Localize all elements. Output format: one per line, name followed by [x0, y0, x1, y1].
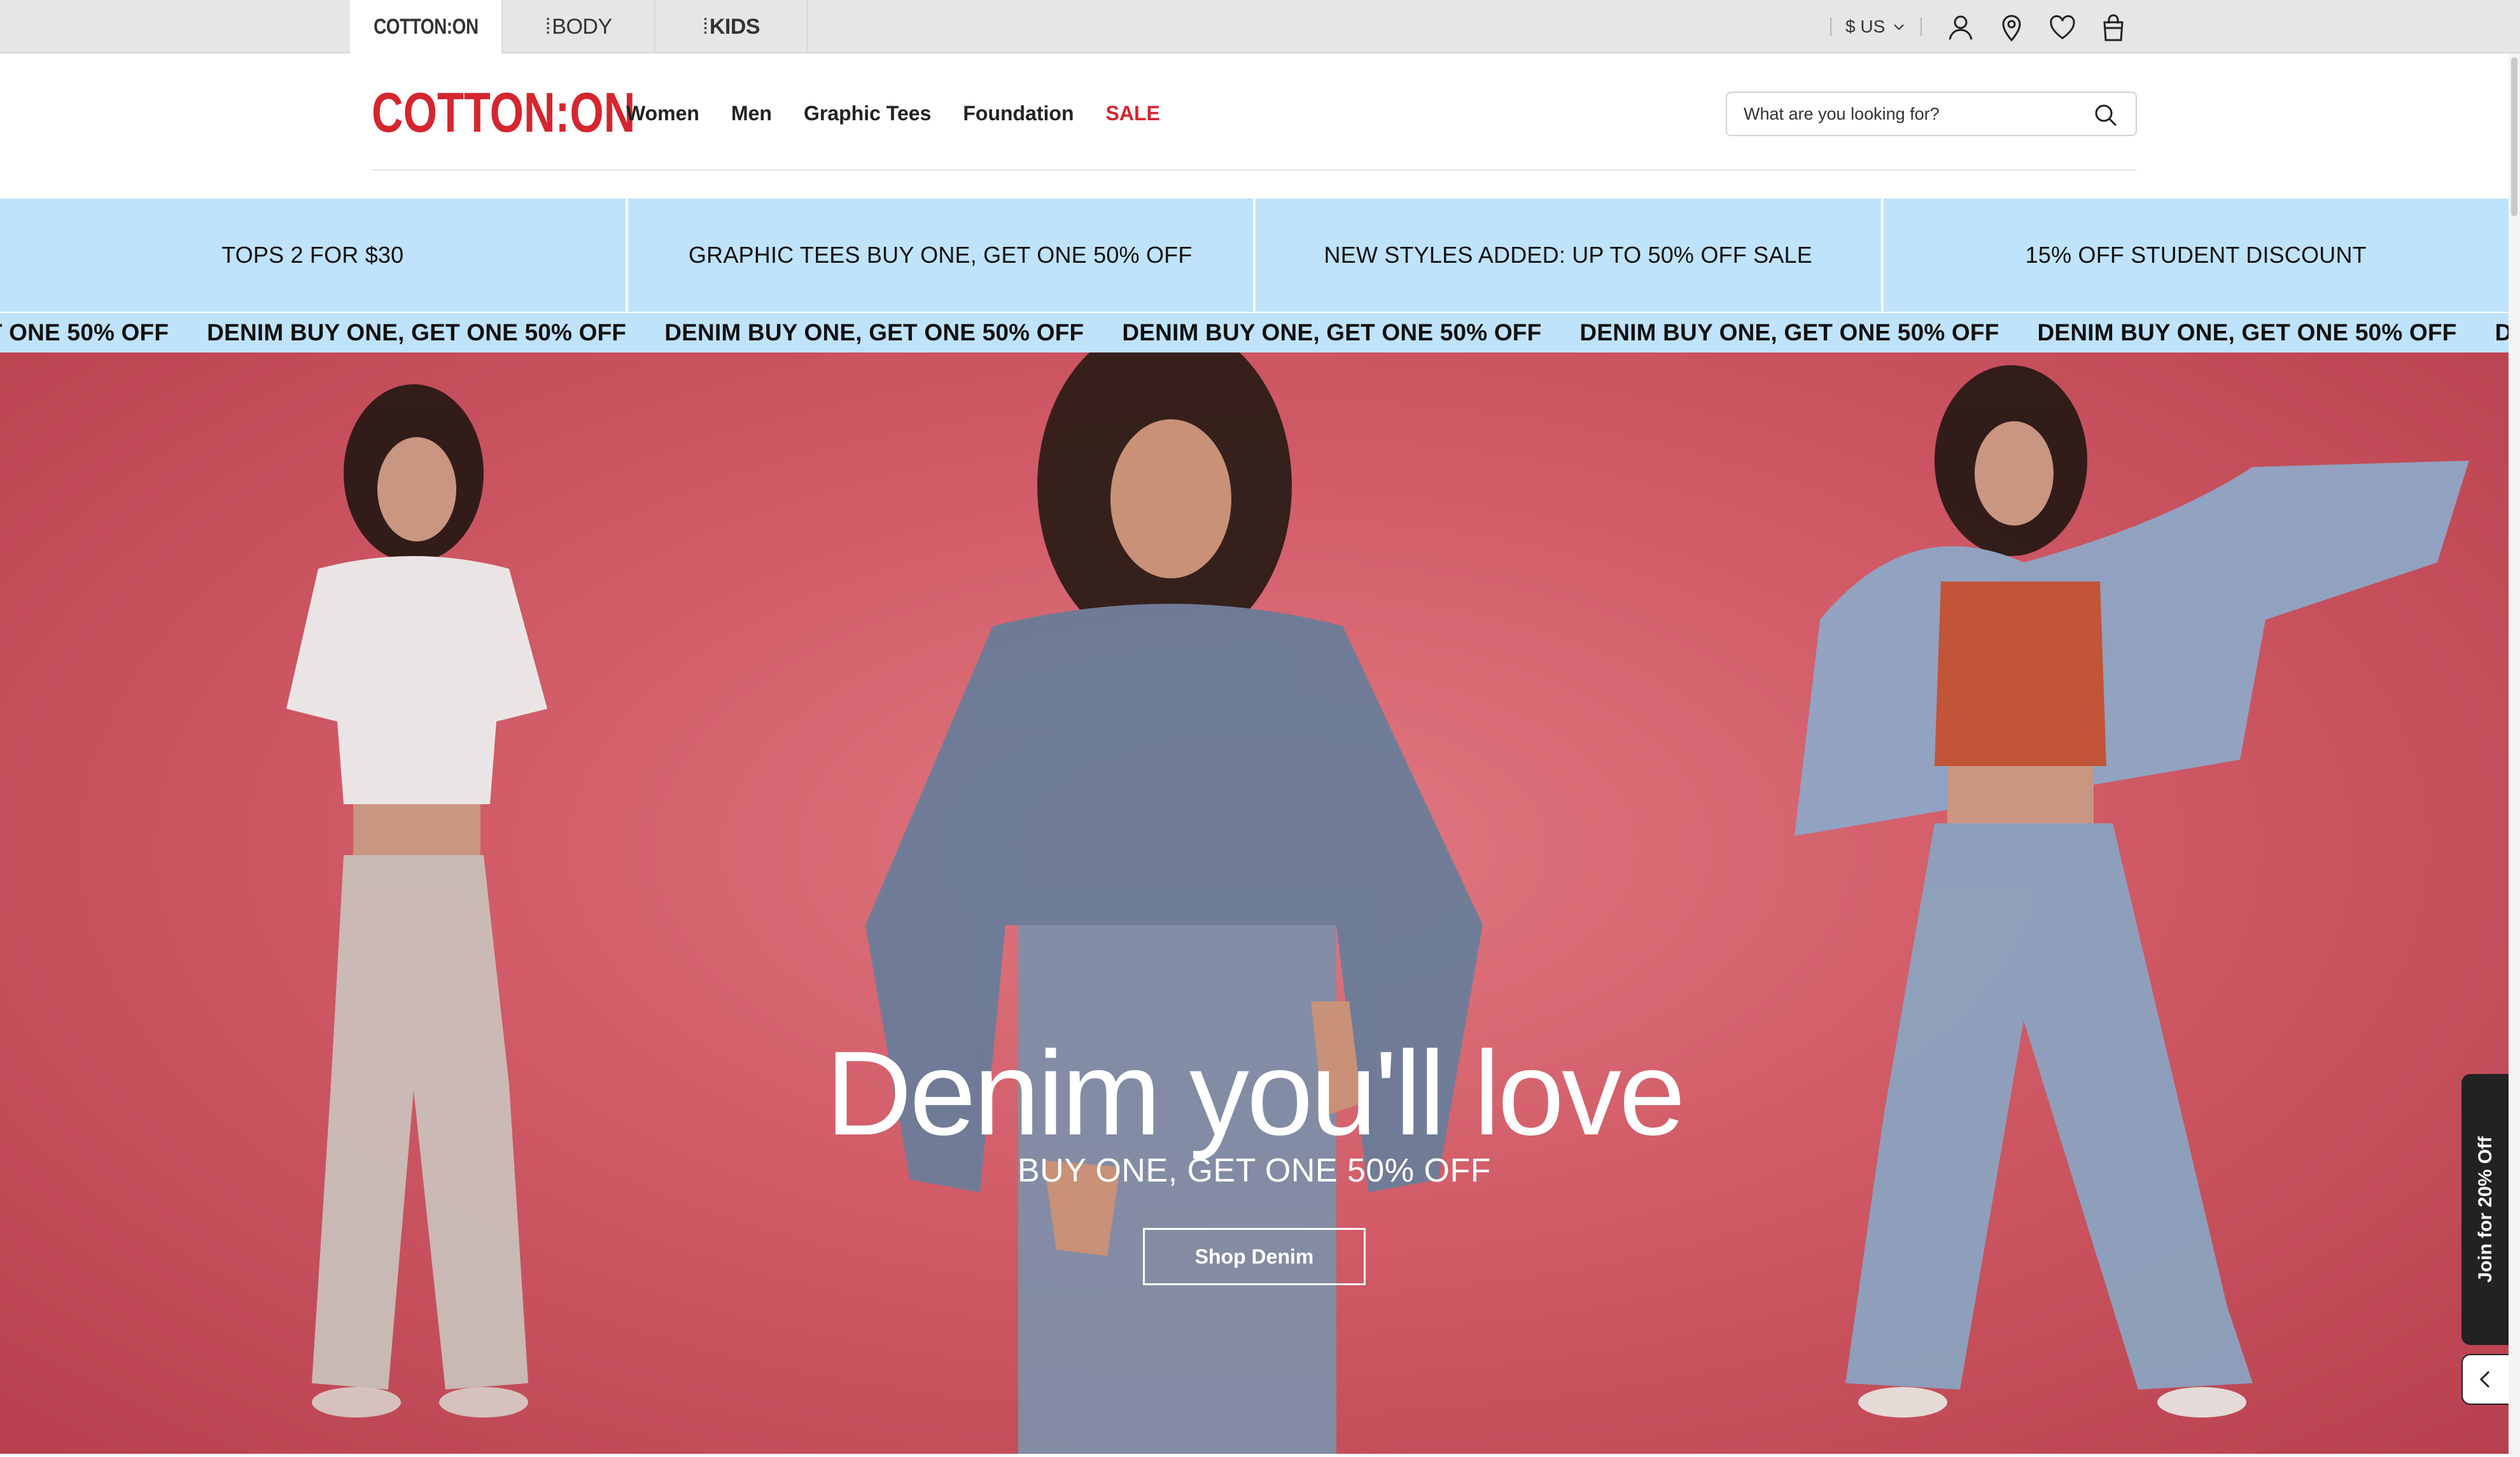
user-icon [1949, 15, 1973, 40]
collapse-tab-button[interactable] [2461, 1354, 2510, 1405]
currency-label: $ US [1845, 17, 1886, 36]
currency-area: $ US [1830, 0, 1922, 53]
promo-tile[interactable]: GRAPHIC TEES BUY ONE, GET ONE 50% OFF [627, 199, 1253, 312]
brand-switcher-bar: COTTON:ON ⁞ BODY ⁞ KIDS $ US [0, 0, 2520, 53]
ticker-item: DENIM BUY ONE, GET ONE 50% OFF [1122, 319, 1542, 345]
chevron-down-icon [1894, 24, 1904, 31]
nav-item-foundation[interactable]: Foundation [963, 102, 1074, 125]
brand-tab-label: COTTON:ON [373, 14, 479, 39]
brand-mark-icon: ⁞ [545, 14, 551, 39]
store-locator-button[interactable] [1997, 13, 2026, 42]
page-scrollbar-track[interactable] [2509, 53, 2520, 1457]
currency-selector[interactable]: $ US [1831, 17, 1921, 37]
promo-tile[interactable]: 15% OFF STUDENT DISCOUNT [1883, 199, 2509, 312]
promo-tile[interactable]: TOPS 2 FOR $30 [0, 199, 626, 312]
ticker-item: DENIM BUY ONE [2495, 319, 2509, 345]
ticker-item: DENIM BUY ONE, GET ONE 50% OFF [1579, 319, 1999, 345]
model-figure-center [865, 352, 1483, 1454]
brand-tab-label: KIDS [709, 14, 760, 39]
nav-item-graphic-tees[interactable]: Graphic Tees [804, 102, 931, 125]
heart-icon [2050, 15, 2075, 39]
shopping-bag-icon [2103, 14, 2124, 41]
join-offer-label: Join for 20% Off [2475, 1136, 2496, 1283]
promo-strip: TOPS 2 FOR $30 GRAPHIC TEES BUY ONE, GET… [0, 199, 2509, 312]
hero-subtitle: BUY ONE, GET ONE 50% OFF [1017, 1152, 1492, 1189]
ticker-item: ET ONE 50% OFF [0, 319, 169, 345]
model-figure-right [1795, 365, 2469, 1418]
brand-tab-body[interactable]: ⁞ BODY [503, 0, 655, 53]
hero-banner[interactable]: Denim you'll love BUY ONE, GET ONE 50% O… [0, 352, 2509, 1454]
search-icon[interactable] [2094, 103, 2118, 127]
divider [1921, 17, 1922, 36]
nav-item-sale[interactable]: SALE [1106, 102, 1160, 125]
search-box [1726, 92, 2137, 136]
site-header: COTTON:ON Women Men Graphic Tees Foundat… [0, 53, 2520, 199]
ticker-item: DENIM BUY ONE, GET ONE 50% OFF [2037, 319, 2457, 345]
join-offer-tab[interactable]: Join for 20% Off [2461, 1074, 2510, 1345]
header-divider [372, 169, 2137, 171]
account-button[interactable] [1946, 13, 1975, 42]
hero-title: Denim you'll love [825, 1026, 1685, 1160]
promo-ticker: ET ONE 50% OFF DENIM BUY ONE, GET ONE 50… [0, 313, 2509, 352]
main-navigation: Women Men Graphic Tees Foundation SALE [626, 101, 1160, 126]
chevron-left-icon [2479, 1370, 2490, 1388]
nav-item-women[interactable]: Women [626, 102, 699, 125]
wishlist-button[interactable] [2048, 13, 2077, 42]
site-logo[interactable]: COTTON:ON [372, 81, 635, 144]
search-input[interactable] [1727, 104, 2083, 124]
cart-button[interactable] [2099, 13, 2128, 42]
nav-item-men[interactable]: Men [731, 102, 772, 125]
location-pin-icon [2002, 15, 2021, 42]
ticker-item: DENIM BUY ONE, GET ONE 50% OFF [664, 319, 1084, 345]
ticker-item: DENIM BUY ONE, GET ONE 50% OFF [207, 319, 627, 345]
brand-mark-icon: ⁞ [702, 14, 708, 39]
hero-image [286, 352, 2469, 1454]
promo-tile[interactable]: NEW STYLES ADDED: UP TO 50% OFF SALE [1256, 199, 1881, 312]
ticker-track: ET ONE 50% OFF DENIM BUY ONE, GET ONE 50… [0, 313, 2509, 352]
brand-tab-cotton-on[interactable]: COTTON:ON [350, 0, 503, 53]
shop-denim-button[interactable]: Shop Denim [1143, 1228, 1366, 1285]
brand-tab-kids[interactable]: ⁞ KIDS [655, 0, 808, 53]
page-scrollbar-thumb[interactable] [2511, 57, 2517, 216]
model-figure-left [286, 384, 547, 1418]
brand-tab-label: BODY [552, 14, 612, 39]
